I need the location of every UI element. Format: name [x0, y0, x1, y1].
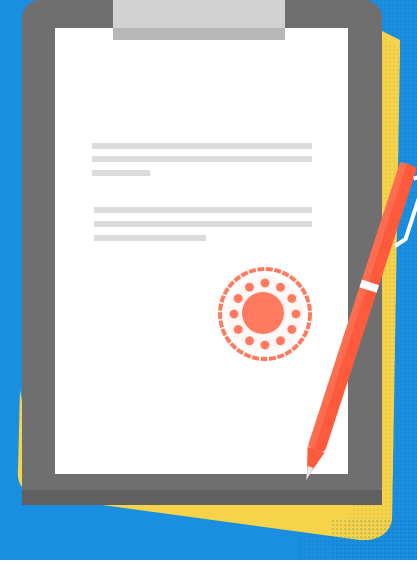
stamp-dot — [276, 282, 285, 292]
text-line — [94, 207, 312, 213]
text-line — [94, 221, 312, 227]
stamp-dot — [229, 309, 239, 319]
stamp-dot — [233, 325, 243, 334]
stamp-dot — [260, 340, 270, 350]
stamp-dot — [276, 336, 285, 346]
clip-icon — [113, 0, 285, 40]
text-line — [92, 143, 312, 149]
stamp-dot — [245, 282, 254, 292]
stamp-dot — [260, 278, 270, 288]
stamp-dot — [233, 294, 243, 303]
text-line — [92, 170, 150, 176]
stamp-dot — [245, 336, 254, 346]
stamp-dot — [287, 294, 297, 303]
stamp-dot — [291, 309, 301, 319]
text-line — [92, 156, 312, 162]
stamp-icon — [218, 267, 312, 361]
text-line — [94, 235, 206, 241]
document-icon — [55, 28, 348, 474]
stamp-dot — [287, 325, 297, 334]
clipboard-illustration — [0, 0, 417, 560]
